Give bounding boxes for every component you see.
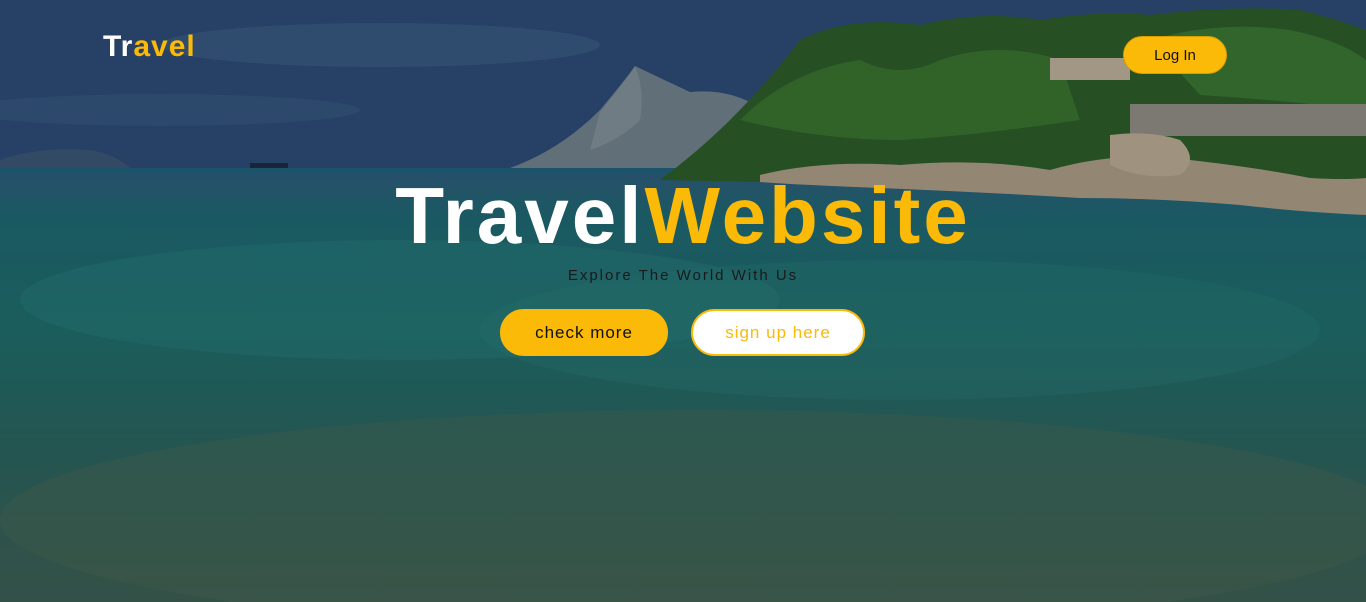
login-button[interactable]: Log In bbox=[1123, 36, 1227, 74]
check-more-button[interactable]: check more bbox=[500, 309, 668, 356]
hero-title-part-yellow: Website bbox=[644, 171, 971, 260]
hero-title: TravelWebsite bbox=[0, 168, 1366, 264]
hero-section: Travel Log In TravelWebsite Explore The … bbox=[0, 0, 1366, 602]
dark-overlay bbox=[0, 0, 1366, 602]
site-logo[interactable]: Travel bbox=[103, 30, 196, 64]
hero-subtitle: Explore The World With Us bbox=[567, 267, 799, 284]
logo-part-yellow: avel bbox=[133, 30, 196, 63]
sign-up-button[interactable]: sign up here bbox=[691, 309, 865, 356]
hero-title-part-white: Travel bbox=[395, 171, 645, 260]
logo-part-white: Tr bbox=[103, 30, 134, 63]
